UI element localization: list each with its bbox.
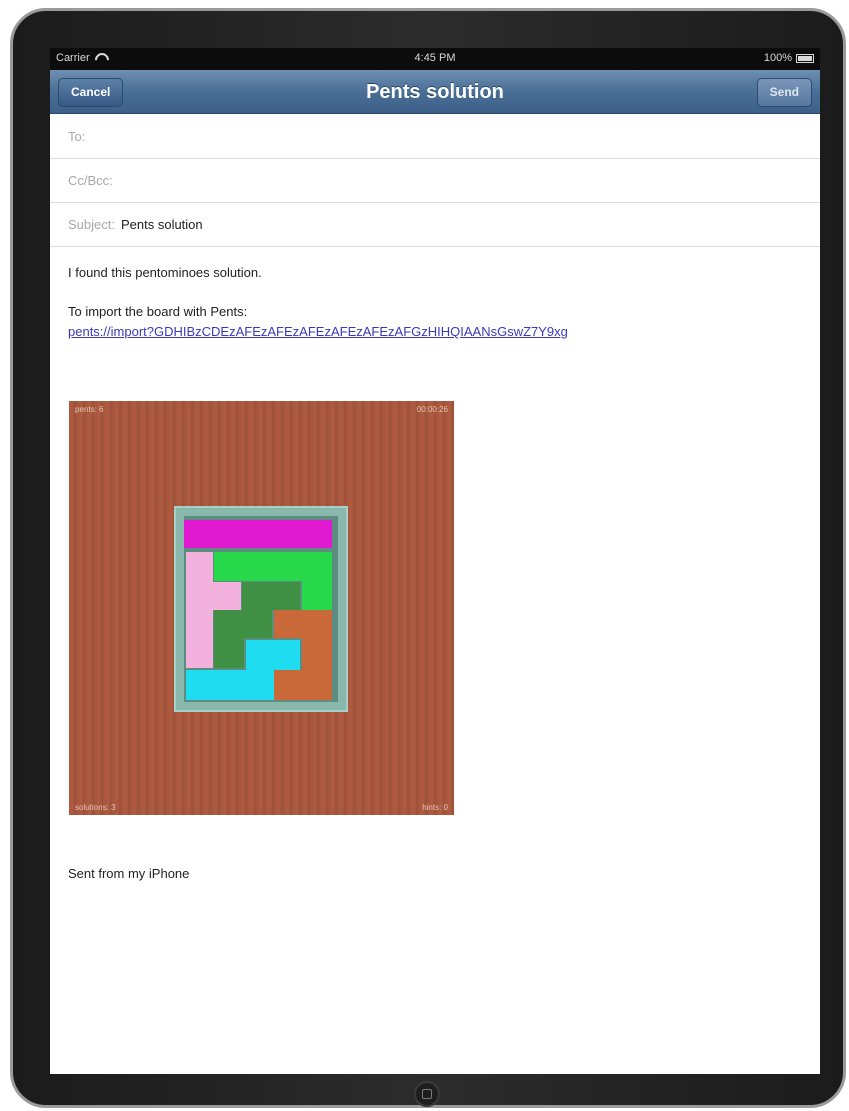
battery-percent: 100% <box>763 52 792 64</box>
board-timer: 00:00:26 <box>416 405 448 414</box>
send-button[interactable]: Send <box>756 78 812 107</box>
cc-bcc-label: Cc/Bcc: <box>68 173 113 188</box>
page-title: Pents solution <box>366 81 504 103</box>
battery-icon <box>796 53 814 63</box>
piece-orange[interactable] <box>274 610 332 638</box>
board-hints-count: hints: 0 <box>422 803 448 812</box>
piece-cyan[interactable] <box>246 640 300 670</box>
piece-cyan-part[interactable] <box>186 670 274 700</box>
puzzle-tray <box>174 506 348 712</box>
home-square-icon <box>422 1089 432 1099</box>
import-link[interactable]: pents://import?GDHIBzCDEzAFEzAFEzAFEzAFE… <box>68 324 568 339</box>
piece-green[interactable] <box>214 552 332 581</box>
to-label: To: <box>68 129 86 144</box>
board-solutions-count: solutions: 3 <box>75 803 116 812</box>
subject-field[interactable]: Subject: Pents solution <box>50 203 820 247</box>
navigation-bar: Cancel Pents solution Send <box>50 70 820 114</box>
board-image: pents: 6 00:00:26 solutions: 3 hints: 0 <box>69 401 454 815</box>
piece-magenta[interactable] <box>184 520 332 548</box>
puzzle-grid <box>184 516 338 702</box>
cc-bcc-field[interactable]: Cc/Bcc: <box>50 159 820 203</box>
piece-pink[interactable] <box>186 552 213 668</box>
battery-indicator: 100% <box>764 52 814 64</box>
message-line-2: To import the board with Pents: <box>68 304 248 319</box>
subject-value[interactable]: Pents solution <box>121 217 203 232</box>
piece-orange-part[interactable] <box>302 636 332 700</box>
status-time: 4:45 PM <box>414 52 456 64</box>
signature: Sent from my iPhone <box>68 866 190 881</box>
piece-dark-green-part-2[interactable] <box>214 636 244 668</box>
piece-orange-part-2[interactable] <box>274 670 304 700</box>
piece-dark-green[interactable] <box>242 582 300 610</box>
home-button[interactable] <box>414 1081 440 1107</box>
screen: Carrier 4:45 PM 100% Cancel Pents soluti… <box>50 48 820 1074</box>
board-pents-count: pents: 6 <box>75 405 104 414</box>
piece-dark-green-part[interactable] <box>214 610 272 638</box>
message-line-1: I found this pentominoes solution. <box>68 265 262 280</box>
subject-label: Subject: <box>68 217 115 232</box>
to-field[interactable]: To: <box>50 115 820 159</box>
piece-green-part[interactable] <box>302 578 332 610</box>
status-bar: Carrier 4:45 PM 100% <box>50 48 820 70</box>
piece-pink-part[interactable] <box>211 582 241 610</box>
